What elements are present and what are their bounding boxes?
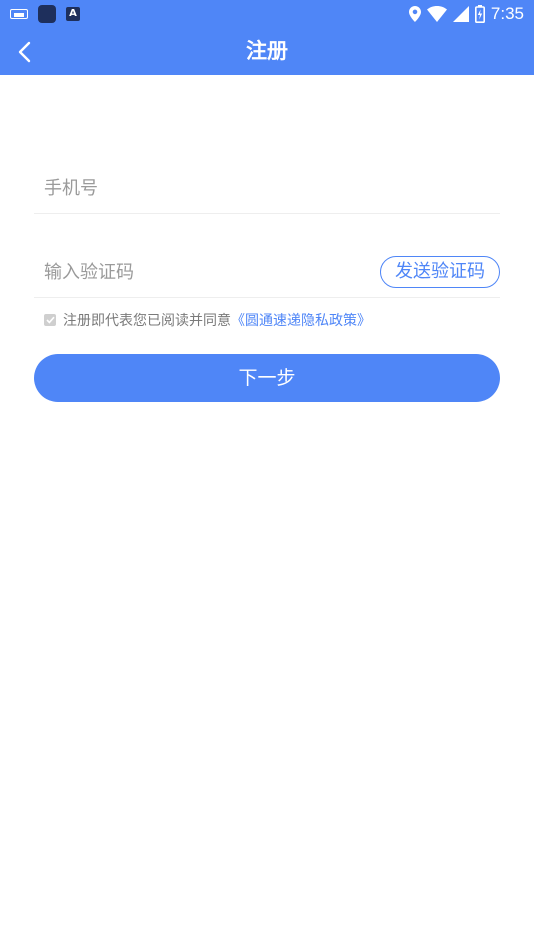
agreement-checkbox[interactable] [44, 314, 56, 326]
status-time: 7:35 [490, 4, 524, 23]
status-bar-left: A [10, 4, 80, 24]
status-bar-right: 7:35 [408, 4, 524, 24]
a-icon: A [66, 7, 80, 21]
signal-icon [452, 6, 469, 22]
wifi-icon [426, 6, 447, 22]
battery-icon [474, 5, 485, 23]
header-bar: 注册 [0, 28, 534, 75]
privacy-policy-link[interactable]: 《圆通速递隐私政策》 [231, 310, 371, 330]
keyboard-icon [10, 9, 28, 19]
phone-field [34, 164, 500, 214]
check-icon [45, 316, 55, 324]
phone-input[interactable] [44, 164, 484, 212]
location-icon [408, 6, 421, 22]
page-title: 注册 [246, 39, 288, 63]
app-icon [38, 5, 56, 23]
verification-code-field: 发送验证码 [34, 248, 500, 298]
verification-code-input[interactable] [44, 248, 364, 296]
next-step-button[interactable]: 下一步 [34, 354, 500, 402]
agreement-row: 注册即代表您已阅读并同意 《圆通速递隐私政策》 [44, 310, 371, 330]
send-code-button[interactable]: 发送验证码 [380, 256, 500, 288]
agreement-text: 注册即代表您已阅读并同意 [63, 313, 231, 329]
status-bar: A 7:35 [0, 0, 534, 28]
